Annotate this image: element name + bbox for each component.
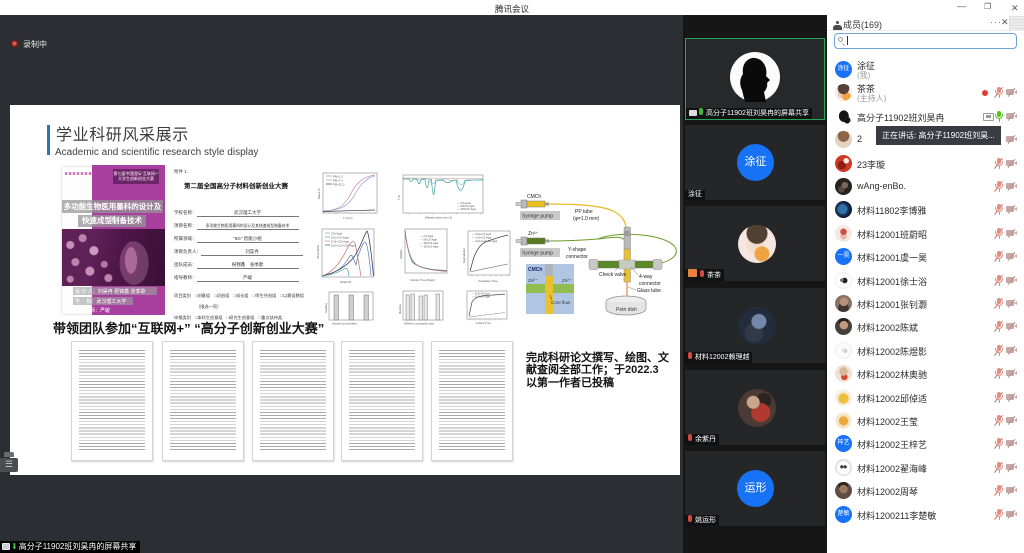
svg-text:Check valve: Check valve xyxy=(599,272,626,278)
svg-text:T %: T % xyxy=(397,195,401,200)
svg-text:Strain/%: Strain/% xyxy=(340,280,352,284)
svg-text:— Cu2+CS-Agar: — Cu2+CS-Agar xyxy=(472,296,490,299)
svg-text:Zn²⁺: Zn²⁺ xyxy=(527,278,538,283)
svg-text:Zn2+Cu2+CS+Agar: Zn2+Cu2+CS+Agar xyxy=(331,244,356,248)
svg-text:T (min): T (min) xyxy=(343,216,352,220)
svg-text:— CS-Agar: — CS-Agar xyxy=(420,234,433,238)
svg-text:PB+22.2: PB+22.2 xyxy=(333,183,345,187)
svg-text:4-way: 4-way xyxy=(639,274,653,280)
svg-text:CMCh: CMCh xyxy=(528,267,542,273)
svg-text:Sample concentration: Sample concentration xyxy=(332,322,358,326)
svg-text:Mass %: Mass % xyxy=(317,188,321,199)
svg-text:Swelling: Swelling xyxy=(324,303,328,313)
svg-text:connector: connector xyxy=(639,281,661,287)
svg-text:CMCh: CMCh xyxy=(527,194,541,200)
svg-text:Stress/KPa: Stress/KPa xyxy=(316,245,320,259)
svg-text:connector: connector xyxy=(566,254,588,260)
svg-text:Culture Time (Days): Culture Time (Days) xyxy=(410,278,435,282)
svg-text:— 10%CS+Agar: — 10%CS+Agar xyxy=(457,207,476,211)
svg-text:Incubation Time: Incubation Time xyxy=(478,279,498,283)
svg-text:Y-shape: Y-shape xyxy=(568,247,586,253)
svg-text:Zn²⁺: Zn²⁺ xyxy=(561,278,572,283)
svg-text:Syringe pump: Syringe pump xyxy=(522,214,553,220)
svg-text:PP tube: PP tube xyxy=(575,209,593,215)
svg-text:Zn²⁺: Zn²⁺ xyxy=(528,231,539,237)
svg-text:Culture Time: Culture Time xyxy=(476,321,491,325)
svg-text:— 10%CS-Agar: — 10%CS-Agar xyxy=(420,241,439,245)
svg-text:Degradation: Degradation xyxy=(462,247,466,263)
svg-text:Wavenumber (cm-1): Wavenumber (cm-1) xyxy=(425,216,452,220)
svg-text:— 5%CS-Agar: — 5%CS-Agar xyxy=(420,238,437,242)
svg-text:(φ=1.0 mm): (φ=1.0 mm) xyxy=(573,216,599,222)
svg-text:— 15%CS-Agar: — 15%CS-Agar xyxy=(420,245,439,249)
svg-text:— Cu2+CS-Agar: — Cu2+CS-Agar xyxy=(472,236,492,240)
svg-text:Different composition ratio: Different composition ratio xyxy=(404,322,435,326)
svg-text:Core flow: Core flow xyxy=(551,300,571,305)
svg-text:Petri dish: Petri dish xyxy=(616,307,637,313)
svg-text:Glass tube: Glass tube xyxy=(637,288,661,294)
svg-text:Syringe pump: Syringe pump xyxy=(522,251,553,257)
svg-text:— Zn2+CS-Agar: — Zn2+CS-Agar xyxy=(472,232,491,236)
svg-text:Viability: Viability xyxy=(399,249,403,259)
svg-text:Modulus: Modulus xyxy=(398,303,402,314)
svg-text:— Zn2+Cu2+CS-Agar: — Zn2+Cu2+CS-Agar xyxy=(472,239,498,243)
